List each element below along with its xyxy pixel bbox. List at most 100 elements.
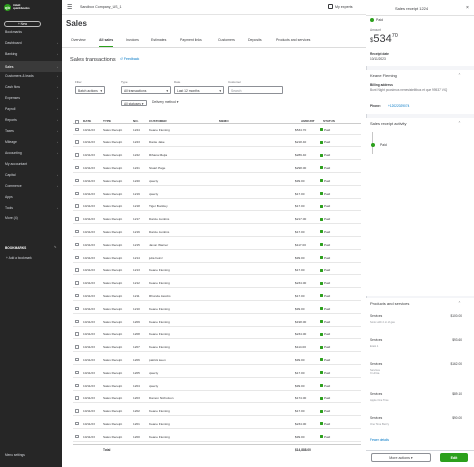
table-row[interactable]: 10/11/23 Sales Receipt 1211 Rhonda Jacobs $1… xyxy=(73,290,361,301)
customer-search-input[interactable]: Search xyxy=(228,86,283,94)
table-row[interactable]: 10/11/23 Sales Receipt 1202 Keane Fleming $1… xyxy=(73,406,361,417)
row-checkbox[interactable] xyxy=(75,191,79,195)
table-row[interactable]: 10/11/23 Sales Receipt 1205 qwerty $17.00 Pai… xyxy=(73,367,361,378)
table-row[interactable]: 10/11/23 Sales Receipt 1218 Tiger Buckley $1… xyxy=(73,201,361,212)
sidebar-item-expenses[interactable]: Expenses › xyxy=(0,92,62,103)
table-row[interactable]: 10/11/23 Sales Receipt 1223 Dante Jake $218.… xyxy=(73,137,361,148)
col-memo[interactable]: MEMO xyxy=(219,119,229,123)
phone-link[interactable]: +12022029074 xyxy=(388,104,409,108)
table-row[interactable]: 10/11/23 Sales Receipt 1220 qwerty $99.00 Pai… xyxy=(73,175,361,186)
row-checkbox[interactable] xyxy=(75,242,79,247)
edit-button[interactable]: Edit xyxy=(440,453,468,462)
sidebar-item-banking[interactable]: Banking › xyxy=(0,48,62,59)
feedback-link[interactable]: ↺ Feedback xyxy=(120,57,139,61)
sidebar-item-cash-flow[interactable]: Cash flow › xyxy=(0,81,62,92)
tab-deposits[interactable]: Deposits xyxy=(248,38,262,47)
row-checkbox[interactable] xyxy=(75,319,79,323)
table-row[interactable]: 10/11/23 Sales Receipt 1214 julia heinz $99.… xyxy=(73,252,361,263)
row-checkbox[interactable] xyxy=(75,153,79,157)
sidebar-item-accounting[interactable]: Accounting › xyxy=(0,147,62,158)
row-checkbox[interactable] xyxy=(75,229,79,234)
sidebar-item-mileage[interactable]: Mileage › xyxy=(0,136,62,147)
row-checkbox[interactable] xyxy=(75,217,79,221)
sidebar-item-reports[interactable]: Reports › xyxy=(0,114,62,125)
row-checkbox[interactable] xyxy=(75,204,79,208)
row-checkbox[interactable] xyxy=(75,396,79,400)
sidebar-item-bookmarks[interactable]: Bookmarks xyxy=(0,26,62,37)
sidebar-item-my-accountant[interactable]: My accountant xyxy=(0,158,62,169)
sidebar-item-commerce[interactable]: Commerce › xyxy=(0,180,62,191)
col-type[interactable]: TYPE xyxy=(103,119,111,123)
row-checkbox[interactable] xyxy=(75,332,79,336)
table-row[interactable]: 10/11/23 Sales Receipt 1221 Stuart Page $298… xyxy=(73,162,361,173)
row-checkbox[interactable] xyxy=(75,345,79,349)
col-status[interactable]: STATUS xyxy=(323,119,335,123)
col-amount[interactable]: AMOUNT xyxy=(301,119,315,123)
table-row[interactable]: 10/11/23 Sales Receipt 1212 Keane Fleming $2… xyxy=(73,278,361,289)
row-checkbox[interactable] xyxy=(75,357,79,362)
sidebar-item-capital[interactable]: Capital › xyxy=(0,169,62,180)
table-row[interactable]: 10/11/23 Sales Receipt 1215 Jaxon Warner $11… xyxy=(73,239,361,250)
chevron-up-icon[interactable]: ⌃ xyxy=(458,73,461,77)
menu-toggle-icon[interactable]: ☰ xyxy=(67,4,72,11)
sidebar-item-taxes[interactable]: Taxes › xyxy=(0,125,62,136)
col-date[interactable]: DATE xyxy=(83,119,91,123)
row-checkbox[interactable] xyxy=(75,293,79,298)
tab-all-sales[interactable]: All sales xyxy=(99,38,114,47)
my-experts-button[interactable]: My experts xyxy=(328,4,353,9)
tab-invoices[interactable]: Invoices xyxy=(126,38,139,47)
table-row[interactable]: 10/11/23 Sales Receipt 1208 Keane Fleming $2… xyxy=(73,329,361,340)
col-customer[interactable]: CUSTOMER xyxy=(149,119,167,123)
table-row[interactable]: 10/11/23 Sales Receipt 1213 Keane Fleming $1… xyxy=(73,265,361,276)
tab-products-and-services[interactable]: Products and services xyxy=(276,38,310,47)
row-checkbox[interactable] xyxy=(75,178,79,183)
close-icon[interactable]: × xyxy=(466,5,469,11)
sidebar-item-customers-leads[interactable]: Customers & leads › xyxy=(0,70,62,81)
table-row[interactable]: 10/11/23 Sales Receipt 1219 qwerty $17.00 Pai… xyxy=(73,188,361,199)
table-row[interactable]: 10/11/23 Sales Receipt 1217 Darcie Jenkins $… xyxy=(73,214,361,225)
row-checkbox[interactable] xyxy=(75,165,79,170)
batch-actions-dropdown[interactable]: Batch actions ▾ xyxy=(75,86,105,94)
row-checkbox[interactable] xyxy=(75,268,79,272)
row-checkbox[interactable] xyxy=(75,281,79,285)
table-row[interactable]: 10/11/23 Sales Receipt 1210 Keane Fleming $9… xyxy=(73,303,361,314)
menu-settings-link[interactable]: Menu settings xyxy=(5,453,25,457)
row-checkbox[interactable] xyxy=(75,383,79,387)
sidebar-item-more-4[interactable]: More (4) xyxy=(0,212,62,223)
row-checkbox[interactable] xyxy=(75,140,79,144)
table-row[interactable]: 10/11/23 Sales Receipt 1206 patrick keen $99… xyxy=(73,354,361,365)
chevron-up-icon[interactable]: ⌃ xyxy=(458,121,461,125)
table-row[interactable]: 10/11/23 Sales Receipt 1216 Darcie Jenkins $… xyxy=(73,226,361,237)
edit-bookmarks-icon[interactable]: ✎ xyxy=(54,245,57,249)
table-row[interactable]: 10/11/23 Sales Receipt 1207 Keane Fleming $1… xyxy=(73,342,361,353)
select-all-checkbox[interactable] xyxy=(75,120,79,124)
row-checkbox[interactable] xyxy=(75,421,79,426)
type-dropdown[interactable]: All transactions ▾ xyxy=(121,86,171,94)
row-checkbox[interactable] xyxy=(75,409,79,413)
row-checkbox[interactable] xyxy=(75,127,79,131)
more-actions-button[interactable]: More actions ▾ xyxy=(371,453,431,462)
sidebar-item-dashboard[interactable]: Dashboard › xyxy=(0,37,62,48)
add-bookmark-link[interactable]: + Add a bookmark xyxy=(6,256,32,260)
row-checkbox[interactable] xyxy=(75,434,79,439)
tab-estimates[interactable]: Estimates xyxy=(151,38,166,47)
table-row[interactable]: 10/11/23 Sales Receipt 1203 Damon Nicholson… xyxy=(73,393,361,404)
quickbooks-logo[interactable]: qb intuit quickbooks xyxy=(4,3,34,11)
tab-overview[interactable]: Overview xyxy=(71,38,86,47)
table-row[interactable]: 10/11/23 Sales Receipt 1209 Keane Fleming $1… xyxy=(73,316,361,327)
table-row[interactable]: 10/11/23 Sales Receipt 1222 Rihana Mejia $28… xyxy=(73,150,361,161)
customer-name[interactable]: Keane Fleming xyxy=(370,73,397,78)
date-dropdown[interactable]: Last 12 months ▾ xyxy=(174,86,224,94)
tab-payment-links[interactable]: Payment links xyxy=(180,38,202,47)
tab-customers[interactable]: Customers xyxy=(218,38,235,47)
chevron-up-icon[interactable]: ⌃ xyxy=(458,301,461,305)
col-no[interactable]: NO. xyxy=(133,119,139,123)
row-checkbox[interactable] xyxy=(75,370,79,375)
table-row[interactable]: 10/11/23 Sales Receipt 1201 Keane Fleming $2… xyxy=(73,418,361,429)
sidebar-item-payroll[interactable]: Payroll › xyxy=(0,103,62,114)
status-dropdown[interactable]: All statuses ▾ xyxy=(121,100,147,106)
table-row[interactable]: 10/11/23 Sales Receipt 1204 qwerty $99.00 Pai… xyxy=(73,380,361,391)
fewer-details-link[interactable]: Fewer details xyxy=(370,438,389,442)
delivery-method-dropdown[interactable]: Delivery method ▾ xyxy=(152,100,178,104)
row-checkbox[interactable] xyxy=(75,306,79,311)
